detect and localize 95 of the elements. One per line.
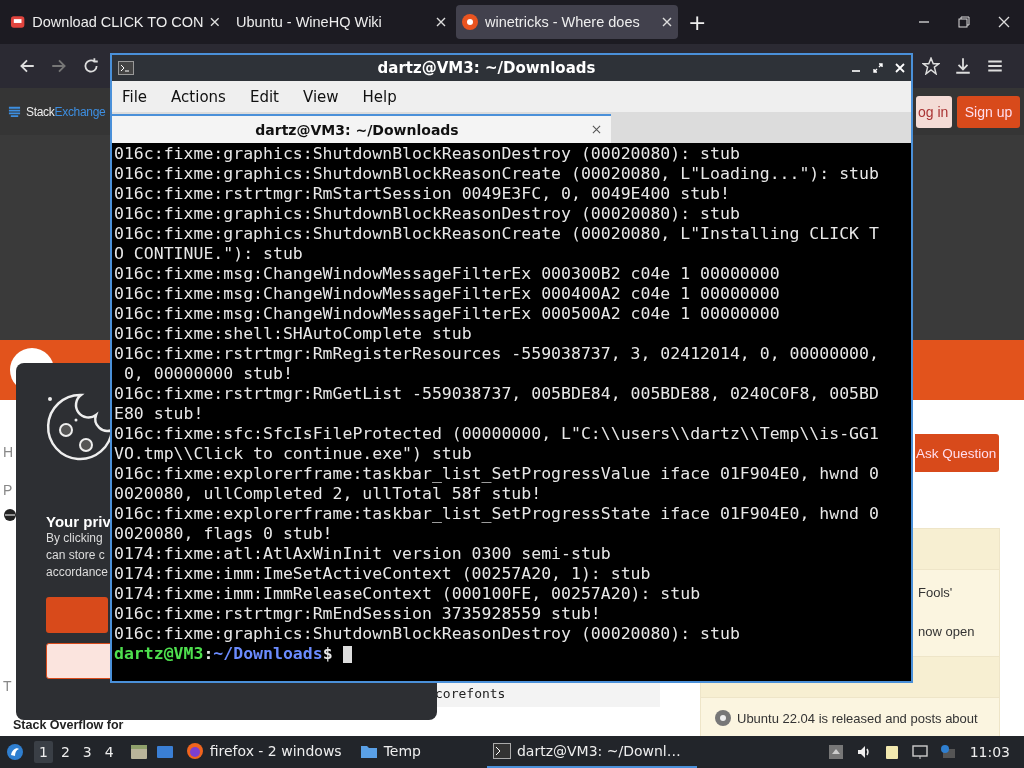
back-icon[interactable] (18, 57, 36, 75)
eject-icon[interactable] (827, 744, 844, 760)
promo-card-title: Stack Overflow for (13, 718, 124, 732)
dialog-text: By clicking (46, 530, 103, 547)
task-title: dartz@VM3: ~/Downl… (516, 743, 681, 759)
terminal-line: 016c:fixme:graphics:ShutdownBlockReasonDestroy (00020080): stub (114, 204, 741, 224)
maximize-icon[interactable] (873, 63, 883, 73)
stack-logo-icon (8, 105, 21, 118)
download-site-icon (10, 14, 26, 30)
clipboard-icon[interactable] (883, 744, 900, 760)
terminal-line: 016c:fixme:msg:ChangeWindowMessageFilterEx 000400A2 c04e 1 00000000 (114, 284, 781, 304)
sidebar-link[interactable]: now open (918, 624, 999, 639)
browser-tab[interactable]: Ubuntu - WineHQ Wiki (230, 5, 452, 39)
terminal-line: E80 stub! (114, 404, 205, 424)
terminal-icon (118, 61, 134, 75)
workspace-button[interactable]: 2 (55, 741, 75, 763)
signup-button[interactable]: Sign up (957, 95, 1020, 128)
sidebar-text: T (3, 678, 12, 694)
nav-item[interactable]: P (3, 482, 13, 498)
terminal-line: 016c:fixme:graphics:ShutdownBlockReasonDestroy (00020080): stub (114, 144, 741, 164)
file-manager-icon[interactable] (129, 743, 148, 761)
terminal-line: 016c:fixme:rstrtmgr:RmGetList -559038737, 005BDE84, 005BDE88, 0240C0F8, 005BD (114, 384, 880, 404)
sidebar-link[interactable]: Fools' (918, 585, 999, 600)
tab-title: dartz@VM3: ~/Downloads (254, 121, 460, 138)
terminal-line: 0, 00000000 stub! (122, 364, 294, 384)
terminal-line: 016c:fixme:msg:ChangeWindowMessageFilterEx 000500A2 c04e 1 00000000 (114, 304, 781, 324)
browser-tab[interactable]: winetricks - Where does (456, 5, 678, 39)
terminal-line: 0174:fixme:imm:ImeSetActiveContext (00257A20, 1): stub (114, 564, 652, 584)
dialog-text: accordance (46, 564, 109, 581)
terminal-line: 016c:fixme:rstrtmgr:RmStartSession 0049E3FC, 0, 0049E400 stub! (114, 184, 731, 204)
terminal-line: 016c:fixme:shell:SHAutoComplete stub (114, 324, 473, 344)
terminal-line: 0020080, ullCompleted 2, ullTotal 58f stub! (114, 484, 543, 504)
prompt-user: dartz@VM3 (114, 644, 204, 664)
star-icon[interactable] (922, 57, 940, 75)
prompt-path: ~/Downloads (213, 644, 323, 664)
terminal-line: 016c:fixme:explorerframe:taskbar_list_SetProgressState iface 01F904E0, hwnd 0 (114, 504, 880, 524)
close-icon[interactable] (592, 125, 601, 134)
network-icon[interactable] (911, 744, 928, 760)
reload-icon[interactable] (82, 57, 100, 75)
task-title: firefox - 2 windows (209, 743, 342, 759)
download-icon[interactable] (954, 57, 972, 75)
terminal-line: 0174:fixme:atl:AtlAxWinInit version 0300 semi-stub (114, 544, 612, 564)
taskbar-item[interactable]: dartz@VM3: ~/Downl… (486, 736, 697, 768)
menu-item[interactable]: Actions (171, 87, 226, 106)
tab-title: winetricks - Where does (485, 14, 641, 30)
dialog-title: Your priv (46, 513, 111, 530)
taskbar-item[interactable]: Temp (353, 736, 427, 768)
dialog-text: can store c (46, 547, 105, 564)
text-cursor (342, 645, 352, 663)
workspace-button[interactable]: 4 (99, 741, 119, 763)
terminal-line: 016c:fixme:graphics:ShutdownBlockReasonCreate (00020080, L"Installing CLICK T (114, 224, 880, 244)
window-title: dartz@VM3: ~/Downloads (376, 59, 597, 77)
task-title: Temp (383, 743, 421, 759)
taskbar-item[interactable]: firefox - 2 windows (179, 736, 348, 768)
terminal-line: 016c:fixme:msg:ChangeWindowMessageFilterEx 000300B2 c04e 1 00000000 (114, 264, 781, 284)
tab-title: Download CLICK TO CON (32, 14, 204, 30)
terminal-line: 016c:fixme:rstrtmgr:RmEndSession 3735928559 stub! (114, 604, 602, 624)
nav-item[interactable]: H (3, 444, 14, 460)
terminal-line: 016c:fixme:graphics:ShutdownBlockReasonDestroy (00020080): stub (114, 624, 741, 644)
forward-icon[interactable] (50, 57, 68, 75)
prompt-symbol: $ (322, 644, 333, 664)
terminal-icon (492, 742, 511, 760)
ask-site-icon (462, 14, 478, 30)
globe-icon (3, 508, 17, 522)
clock: 11:03 (969, 744, 1010, 760)
brand-name[interactable]: StackExchange (26, 104, 106, 119)
login-button[interactable]: og in (916, 95, 952, 128)
notification-icon[interactable] (939, 744, 956, 760)
terminal-line: 016c:fixme:graphics:ShutdownBlockReasonCreate (00020080, L"Loading..."): stub (114, 164, 880, 184)
ask-site-icon (715, 710, 731, 726)
terminal-line: 016c:fixme:sfc:SfcIsFileProtected (00000000, L"C:\\users\\dartz\\Temp\\is-GG1 (114, 424, 880, 444)
terminal-tab[interactable]: dartz@VM3: ~/Downloads (112, 114, 611, 143)
new-tab-button[interactable]: + (682, 9, 713, 35)
workspace-button[interactable]: 1 (34, 741, 53, 763)
terminal-line: 016c:fixme:explorerframe:taskbar_list_SetProgressValue iface 01F904E0, hwnd 0 (114, 464, 880, 484)
terminal-line: 016c:fixme:rstrtmgr:RmRegisterResources -559038737, 3, 02412014, 0, 00000000, (114, 344, 880, 364)
workspace-button[interactable]: 3 (77, 741, 97, 763)
ask-question-button[interactable]: Ask Question (915, 434, 999, 472)
prompt-separator: : (203, 644, 214, 664)
terminal-line: VO.tmp\\Click to continue.exe") stub (114, 444, 473, 464)
terminal-line: O CONTINUE."): stub (114, 244, 304, 264)
desktop-icon[interactable] (155, 743, 174, 761)
menu-item[interactable]: File (122, 87, 148, 106)
terminal-line: 0174:fixme:imm:ImmReleaseContext (000100FE, 00257A20): stub (114, 584, 702, 604)
start-menu-icon[interactable] (6, 743, 24, 761)
sidebar-link[interactable]: Ubuntu 22.04 is released and posts about (737, 710, 978, 726)
browser-tab[interactable]: Download CLICK TO CON (4, 5, 226, 39)
volume-icon[interactable] (855, 744, 872, 760)
menu-item[interactable]: Edit (249, 87, 279, 106)
firefox-icon (185, 742, 204, 760)
restore-icon[interactable] (958, 16, 970, 28)
menu-item[interactable]: Help (362, 87, 397, 106)
tab-title: Ubuntu - WineHQ Wiki (236, 14, 383, 30)
terminal-line: 0020080, flags 0 stub! (114, 524, 334, 544)
menu-item[interactable]: View (302, 87, 339, 106)
